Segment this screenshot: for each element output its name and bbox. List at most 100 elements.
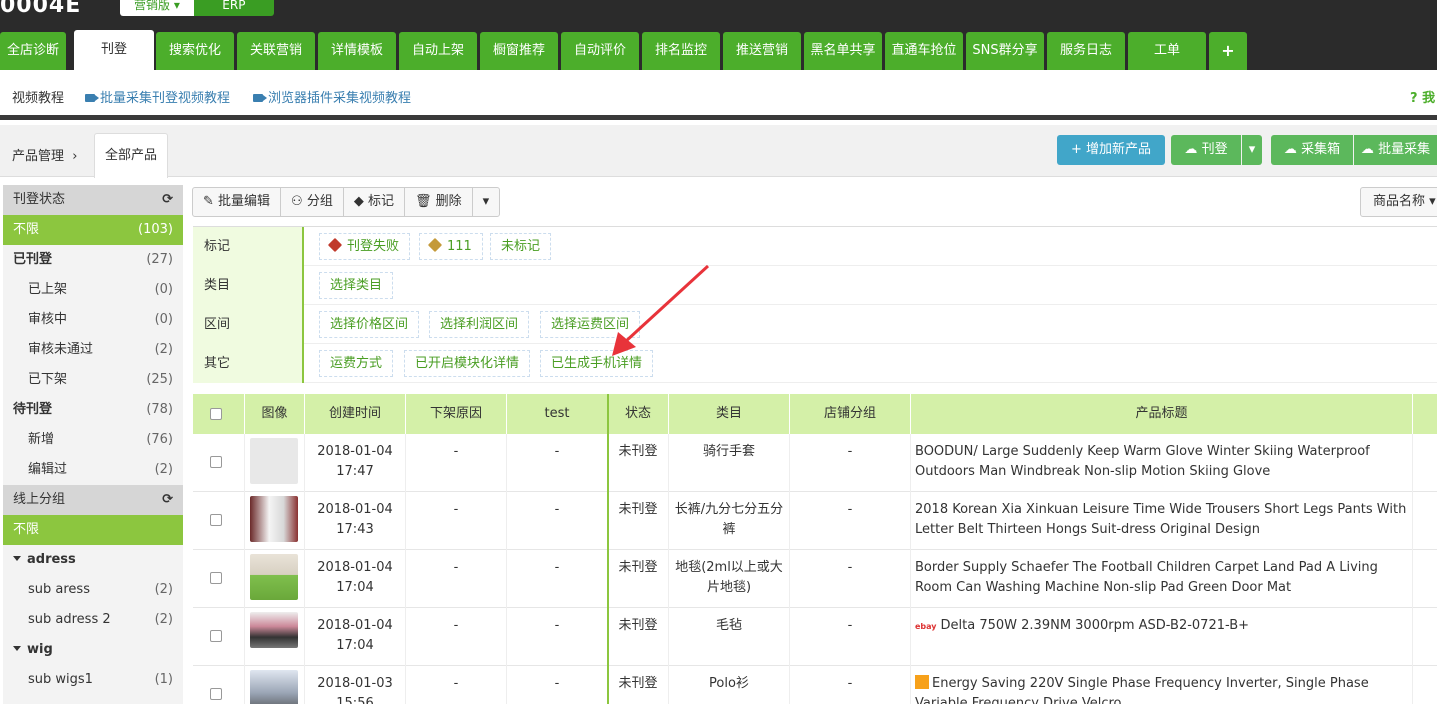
col-status: 状态	[608, 394, 669, 434]
video-camera-icon	[85, 94, 99, 102]
column-divider	[607, 394, 609, 704]
status-new[interactable]: 新增 (76)	[3, 425, 183, 455]
mark-chip-unmarked[interactable]: 未标记	[490, 233, 552, 260]
select-all-checkbox[interactable]	[210, 408, 222, 420]
mark-chip-failed[interactable]: 刊登失败	[319, 233, 411, 260]
group-adress[interactable]: adress	[3, 545, 183, 575]
product-thumbnail[interactable]	[250, 670, 298, 704]
thumb-cell	[245, 434, 305, 492]
tab-publish[interactable]: 刊登	[74, 30, 154, 70]
table-row[interactable]: 2018-01-04 17:47 - - 未刊登 骑行手套 - BOODUN/ …	[193, 434, 1437, 492]
category-chip-select[interactable]: 选择类目	[319, 272, 394, 299]
product-thumbnail[interactable]	[250, 554, 298, 600]
tab-showcase[interactable]: 橱窗推荐	[480, 32, 558, 70]
group-all[interactable]: 不限	[3, 515, 183, 545]
delete-button[interactable]: 🗑 删除	[405, 188, 473, 216]
more-dropdown-button[interactable]: ▾	[473, 188, 500, 216]
filter-row-mark: 标记 刊登失败 111 未标记	[193, 227, 1437, 266]
sort-dropdown[interactable]: 商品名称 ▾	[1360, 187, 1437, 217]
mark-chip-111[interactable]: 111	[419, 233, 483, 260]
refresh-icon[interactable]: ⟳	[162, 185, 173, 215]
tab-ranking[interactable]: 排名监控	[642, 32, 720, 70]
batch-collect-video-link[interactable]: 批量采集刊登视频教程	[85, 87, 230, 106]
row-checkbox[interactable]	[210, 514, 222, 526]
tab-related-marketing[interactable]: 关联营销	[237, 32, 315, 70]
range-chip-profit[interactable]: 选择利润区间	[429, 311, 530, 338]
status-edited[interactable]: 编辑过 (2)	[3, 455, 183, 485]
mark-button[interactable]: ◆ 标记	[344, 188, 406, 216]
tab-search-optimize[interactable]: 搜索优化	[156, 32, 234, 70]
title-cell[interactable]: Border Supply Schaefer The Football Chil…	[911, 550, 1413, 608]
add-product-button[interactable]: + 增加新产品	[1057, 135, 1165, 165]
filter-row-range: 区间 选择价格区间 选择利润区间 选择运费区间	[193, 305, 1437, 344]
refresh-icon[interactable]: ⟳	[162, 485, 173, 515]
product-thumbnail[interactable]	[250, 612, 298, 648]
tab-work-order[interactable]: 工单	[1128, 32, 1206, 70]
row-checkbox[interactable]	[210, 456, 222, 468]
group-sub-adress-2[interactable]: sub adress 2 (2)	[3, 605, 183, 635]
status-cell: 未刊登	[608, 492, 669, 550]
add-tab-button[interactable]: +	[1209, 32, 1247, 70]
table-row[interactable]: 2018-01-03 15:56 - - 未刊登 Polo衫 - Energy …	[193, 666, 1437, 704]
status-published[interactable]: 已刊登 (27)	[3, 245, 183, 275]
group-button[interactable]: ⚇ 分组	[281, 188, 344, 216]
reason-cell: -	[406, 434, 507, 492]
category-cell: 骑行手套	[669, 434, 790, 492]
status-delisted[interactable]: 已下架 (25)	[3, 365, 183, 395]
group-wig[interactable]: wig	[3, 635, 183, 665]
edition-marketing[interactable]: 营销版 ▾	[120, 0, 194, 16]
tab-push-marketing[interactable]: 推送营销	[723, 32, 801, 70]
other-chip-shipping-method[interactable]: 运费方式	[319, 350, 394, 377]
tab-all-products[interactable]: 全部产品	[94, 133, 168, 178]
main-nav: 全店诊断 刊登 搜索优化 关联营销 详情模板 自动上架 橱窗推荐 自动评价 排名…	[0, 30, 1437, 70]
status-review-failed[interactable]: 审核未通过 (2)	[3, 335, 183, 365]
tab-detail-template[interactable]: 详情模板	[318, 32, 396, 70]
help-link[interactable]: ? 我	[1410, 87, 1435, 106]
thumb-cell	[245, 550, 305, 608]
title-cell[interactable]: ebay Delta 750W 2.39NM 3000rpm ASD-B2-072…	[911, 608, 1413, 666]
table-row[interactable]: 2018-01-04 17:43 - - 未刊登 长裤/九分七分五分裤 - 20…	[193, 492, 1437, 550]
status-reviewing[interactable]: 审核中 (0)	[3, 305, 183, 335]
table-row[interactable]: 2018-01-04 17:04 - - 未刊登 地毯(2ml以上或大片地毯) …	[193, 550, 1437, 608]
row-checkbox[interactable]	[210, 630, 222, 642]
other-chip-modular-detail[interactable]: 已开启模块化详情	[404, 350, 531, 377]
product-thumbnail-placeholder[interactable]	[250, 438, 298, 484]
plugin-collect-video-link[interactable]: 浏览器插件采集视频教程	[253, 87, 411, 106]
tab-blacklist[interactable]: 黑名单共享	[804, 32, 882, 70]
group-sub-aress[interactable]: sub aress (2)	[3, 575, 183, 605]
tab-auto-review[interactable]: 自动评价	[561, 32, 639, 70]
publish-dropdown-button[interactable]: ▾	[1242, 135, 1262, 165]
status-pending[interactable]: 待刊登 (78)	[3, 395, 183, 425]
row-checkbox[interactable]	[210, 572, 222, 584]
status-listed[interactable]: 已上架 (0)	[3, 275, 183, 305]
group-sub-wigs1[interactable]: sub wigs1 (1)	[3, 665, 183, 695]
reason-cell: -	[406, 550, 507, 608]
filter-row-category: 类目 选择类目	[193, 266, 1437, 305]
table-row[interactable]: 2018-01-04 17:04 - - 未刊登 毛毡 - ebay Delta …	[193, 608, 1437, 666]
collect-box-button[interactable]: ☁ 采集箱	[1271, 135, 1353, 165]
tab-service-log[interactable]: 服务日志	[1047, 32, 1125, 70]
range-chip-price[interactable]: 选择价格区间	[319, 311, 420, 338]
other-chip-mobile-detail[interactable]: 已生成手机详情	[540, 350, 654, 377]
status-all[interactable]: 不限 (103)	[3, 215, 183, 245]
tag-icon	[427, 237, 443, 253]
title-cell[interactable]: Energy Saving 220V Single Phase Frequenc…	[911, 666, 1413, 704]
title-cell[interactable]: BOODUN/ Large Suddenly Keep Warm Glove W…	[911, 434, 1413, 492]
title-cell[interactable]: 2018 Korean Xia Xinkuan Leisure Time Wid…	[911, 492, 1413, 550]
range-chip-shipping[interactable]: 选择运费区间	[540, 311, 641, 338]
filter-sidebar: 刊登状态 ⟳ 不限 (103) 已刊登 (27) 已上架 (0) 审核中 (0) 审核未通…	[3, 185, 183, 704]
tab-shop-diagnosis[interactable]: 全店诊断	[0, 32, 66, 70]
tab-express-bid[interactable]: 直通车抢位	[885, 32, 963, 70]
tab-sns-share[interactable]: SNS群分享	[966, 32, 1044, 70]
publish-button[interactable]: ☁ 刊登	[1171, 135, 1241, 165]
created-cell: 2018-01-04 17:47	[305, 434, 406, 492]
col-created[interactable]: 创建时间	[305, 394, 406, 434]
tab-auto-listing[interactable]: 自动上架	[399, 32, 477, 70]
batch-edit-button[interactable]: ✎ 批量编辑	[193, 188, 282, 216]
product-thumbnail[interactable]	[250, 496, 298, 542]
breadcrumb-root[interactable]: 产品管理 ›	[12, 145, 77, 164]
lightning-icon	[915, 675, 929, 689]
row-checkbox[interactable]	[210, 688, 222, 700]
batch-collect-button[interactable]: ☁ 批量采集	[1354, 135, 1437, 165]
edition-erp[interactable]: ERP	[193, 0, 274, 16]
